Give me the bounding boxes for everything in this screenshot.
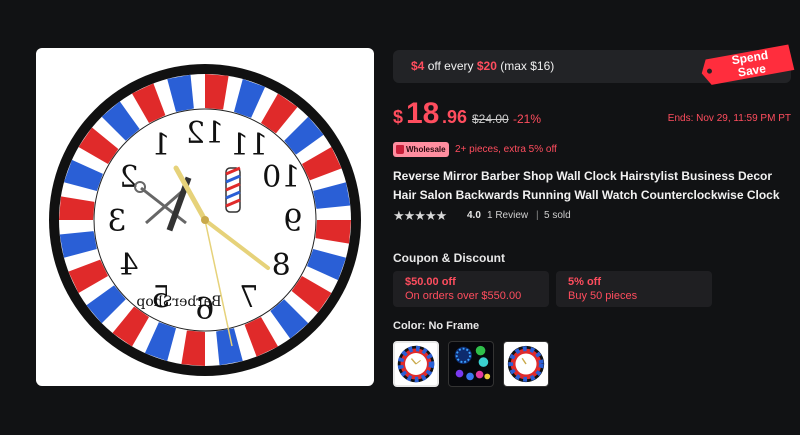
- framed-clock-thumbnail: [507, 345, 545, 383]
- clock-numeral: 7: [239, 280, 258, 315]
- original-price: $24.00: [472, 112, 509, 126]
- clock-numeral: 10: [262, 160, 300, 195]
- clock-numeral: 11: [230, 128, 268, 163]
- clock-image: 12 1110987654321BarberShop: [49, 64, 361, 376]
- promo-threshold: $20: [476, 59, 497, 73]
- promo-text2: (max $16): [500, 59, 555, 73]
- clock-numeral: 4: [119, 248, 138, 283]
- coupon-heading: Coupon & Discount: [393, 251, 505, 265]
- clock-numeral: 8: [272, 248, 291, 283]
- discount-percent: -21%: [513, 112, 542, 126]
- rating-value: 4.0: [467, 210, 481, 221]
- star-icon: ★★★★★: [393, 208, 447, 223]
- sale-end-time: Ends: Nov 29, 11:59 PM PT: [667, 113, 791, 124]
- bag-icon: [396, 145, 404, 154]
- color-label: Color: No Frame: [393, 320, 480, 332]
- clock-numeral: 1: [151, 128, 170, 163]
- reviews-link[interactable]: 1 Review: [487, 210, 528, 221]
- wholesale-badge-label: Wholesale: [406, 145, 446, 154]
- promo-amount: $4: [411, 59, 425, 73]
- coupon-card[interactable]: 5% off Buy 50 pieces: [556, 271, 712, 307]
- clock-numeral: 3: [107, 204, 126, 239]
- product-title: Reverse Mirror Barber Shop Wall Clock Ha…: [393, 169, 780, 202]
- wholesale-text: 2+ pieces, extra 5% off: [455, 144, 557, 155]
- coupon-subtitle: Buy 50 pieces: [568, 290, 638, 302]
- color-swatch-frame[interactable]: [503, 341, 549, 387]
- clock-brand-text: BarberShop: [136, 294, 221, 310]
- save-label: Save: [737, 61, 767, 79]
- spend-save-tag: Spend Save: [699, 44, 797, 86]
- price-row: $ 18 .96 $24.00 -21% Ends: Nov 29, 11:59…: [393, 96, 791, 136]
- clock-numeral: 9: [283, 204, 302, 239]
- promo-text1: off every: [427, 59, 474, 73]
- led-clock-thumbnail: [454, 345, 491, 381]
- price-currency: $: [393, 107, 404, 127]
- price-integer: 18: [406, 97, 440, 130]
- color-swatch-no-frame[interactable]: [393, 341, 439, 387]
- wholesale-badge[interactable]: Wholesale: [393, 142, 449, 157]
- promo-banner: $4 off every $20 (max $16) Spend Save: [393, 44, 795, 85]
- coupon-card[interactable]: $50.00 off On orders over $550.00: [393, 271, 549, 307]
- clock-thumbnail: [397, 345, 435, 383]
- coupon-title: $50.00 off: [405, 276, 456, 288]
- divider: |: [536, 210, 539, 221]
- color-swatch-led[interactable]: [448, 341, 494, 387]
- clock-numeral: 12: [186, 116, 224, 151]
- sold-count: 5 sold: [544, 210, 571, 221]
- price-tag-icon: Spend Save: [701, 44, 795, 85]
- coupon-title: 5% off: [568, 276, 601, 288]
- promo-text: $4 off every $20 (max $16): [411, 59, 554, 73]
- clock-center-cap: [201, 216, 209, 224]
- product-main-image[interactable]: 12 11 10 9 8 7 6 5 4 3 2 1 BarberShop: [36, 48, 374, 386]
- price-decimal: .96: [442, 107, 468, 127]
- coupon-subtitle: On orders over $550.00: [405, 290, 522, 302]
